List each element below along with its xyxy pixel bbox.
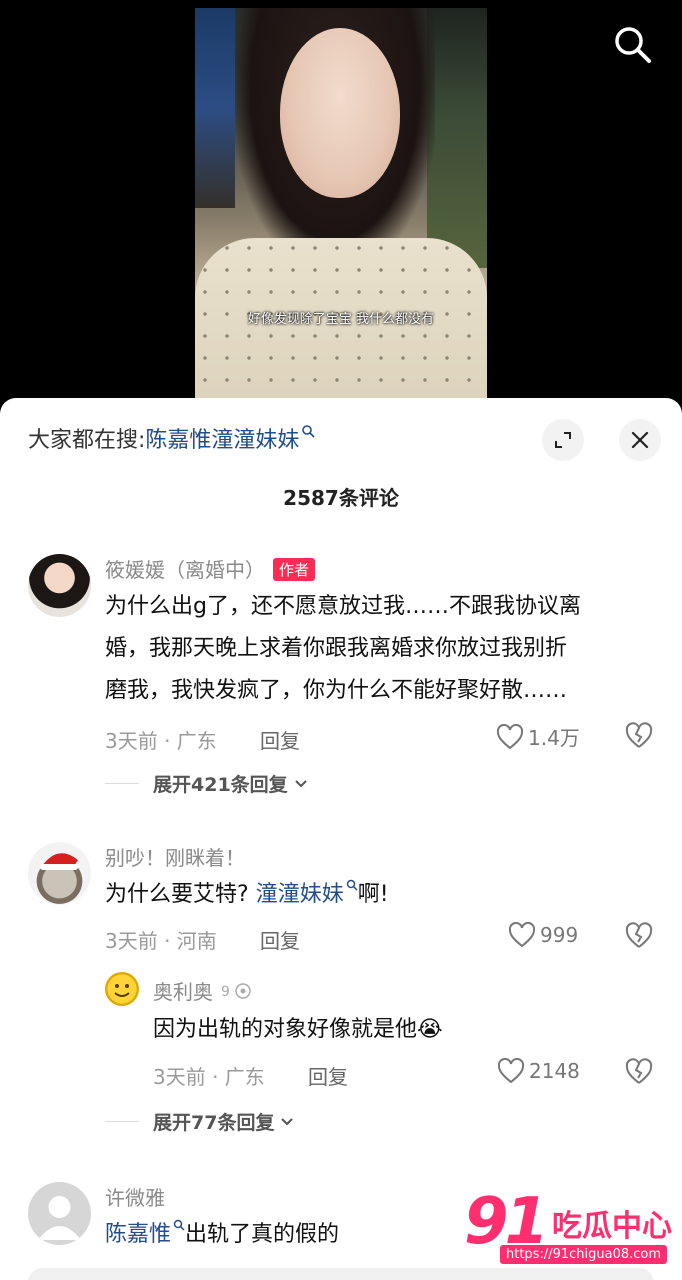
close-icon [631, 431, 649, 449]
comment-sheet: 大家都在搜: 陈嘉惟潼潼妹妹 2587条评论 筱媛媛（离婚中） 作者 为什么出g了… [0, 398, 682, 1280]
trending-search[interactable]: 大家都在搜: 陈嘉惟潼潼妹妹 [28, 422, 315, 454]
mention-link[interactable]: 陈嘉惟 [105, 1222, 171, 1247]
divider [105, 1121, 139, 1122]
expand-replies-label: 展开77条回复 [153, 1112, 275, 1134]
broken-heart-icon [625, 1058, 653, 1084]
video-background-left [195, 8, 235, 208]
comment-username[interactable]: 许微雅 [105, 1182, 165, 1211]
comment-text-line: 为什么出g了，还不愿意放过我……不跟我协议离 [105, 594, 581, 619]
avatar[interactable] [28, 554, 91, 617]
comment-text: 为什么出g了，还不愿意放过我……不跟我协议离 婚，我那天晚上求着你跟我离婚求你放… [105, 586, 665, 712]
dislike-button[interactable] [624, 922, 654, 952]
search-mini-icon [173, 1219, 185, 1231]
video-person-face [280, 28, 400, 198]
expand-icon [555, 432, 571, 448]
expand-replies-label: 展开421条回复 [153, 774, 288, 796]
reply-username-text: 奥利奥 [153, 980, 213, 1004]
chevron-down-icon [294, 779, 307, 787]
comment-item: 别吵！刚眯着！ 为什么要艾特? 潼潼妹妹 啊! 3天前 · 河南 回复 999 [0, 838, 682, 1138]
comment-text-after: 出轨了真的假的 [185, 1222, 340, 1247]
heart-icon [508, 922, 536, 948]
watermark-text: 吃瓜中心 [552, 1209, 672, 1244]
close-sheet-button[interactable] [619, 419, 661, 461]
divider [105, 783, 139, 784]
like-count: 1.4万 [528, 726, 580, 750]
avatar[interactable] [28, 842, 91, 905]
broken-heart-icon [625, 722, 653, 748]
default-avatar-icon [38, 1196, 81, 1240]
like-count: 999 [540, 923, 579, 947]
video-background-right [427, 8, 487, 268]
expand-sheet-button[interactable] [542, 419, 584, 461]
dislike-button[interactable] [624, 1058, 654, 1088]
verified-badge-icon: 9 [221, 983, 252, 1000]
reply-meta: 3天前 · 广东 [153, 1065, 265, 1089]
heart-icon [496, 723, 524, 749]
search-icon [615, 27, 651, 63]
santa-hat-icon [40, 853, 78, 870]
emoji-face-icon [114, 984, 130, 997]
reply-text: 因为出轨的对象好像就是他😭 [153, 1009, 653, 1051]
reply-button[interactable]: 回复 [260, 925, 300, 954]
comment-username-text: 筱媛媛（离婚中） [105, 558, 265, 582]
watermark-url: https://91chigua08.com [500, 1245, 668, 1264]
comment-count: 2587条评论 [283, 486, 399, 510]
comment-text-line: 婚，我那天晚上求着你跟我离婚求你放过我别折 [105, 636, 568, 661]
comment-meta: 3天前 · 广东 [105, 729, 217, 753]
comment-username[interactable]: 别吵！刚眯着！ [105, 842, 245, 871]
reply-button[interactable]: 回复 [308, 1061, 348, 1090]
comment-text-line: 磨我，我快发疯了，你为什么不能好聚好散…… [105, 678, 568, 703]
broken-heart-icon [625, 922, 653, 948]
comment-meta: 3天前 · 河南 [105, 929, 217, 953]
search-button[interactable] [610, 22, 656, 68]
chevron-down-icon [281, 1117, 294, 1125]
comment-text-before: 为什么要艾特? [105, 882, 249, 907]
expand-replies-button[interactable]: 展开77条回复 [105, 1108, 296, 1135]
like-button[interactable]: 999 [508, 922, 578, 948]
reply-username[interactable]: 奥利奥 9 [153, 976, 261, 1005]
search-mini-icon [346, 879, 358, 891]
reply-text-content: 因为出轨的对象好像就是他 [153, 1017, 418, 1042]
video-player[interactable]: 好像发现除了宝宝 我什么都没有 [0, 0, 682, 420]
comment-text-after: 啊! [357, 882, 389, 907]
reply-button[interactable]: 回复 [260, 725, 300, 754]
crying-emoji-icon: 😭 [417, 1017, 443, 1042]
heart-icon [497, 1058, 525, 1084]
site-watermark: 91 吃瓜中心 https://91chigua08.com [460, 1185, 680, 1275]
like-count: 2148 [529, 1059, 580, 1083]
trending-search-prefix: 大家都在搜: [28, 428, 146, 453]
comment-item: 筱媛媛（离婚中） 作者 为什么出g了，还不愿意放过我……不跟我协议离 婚，我那天晚… [0, 548, 682, 808]
video-frame[interactable]: 好像发现除了宝宝 我什么都没有 [195, 8, 487, 400]
dislike-button[interactable] [624, 722, 654, 752]
author-badge: 作者 [273, 558, 316, 581]
svg-text:9: 9 [221, 984, 230, 1000]
avatar[interactable] [28, 1182, 91, 1245]
trending-search-term[interactable]: 陈嘉惟潼潼妹妹 [145, 422, 299, 454]
search-mini-icon [302, 425, 315, 438]
expand-replies-button[interactable]: 展开421条回复 [105, 770, 310, 797]
like-button[interactable]: 2148 [497, 1058, 580, 1084]
comment-text: 为什么要艾特? 潼潼妹妹 啊! [105, 874, 665, 916]
reply-avatar[interactable] [105, 972, 139, 1006]
like-button[interactable]: 1.4万 [496, 722, 580, 751]
comment-username[interactable]: 筱媛媛（离婚中） 作者 [105, 554, 316, 583]
mention-link[interactable]: 潼潼妹妹 [256, 882, 344, 907]
video-caption: 好像发现除了宝宝 我什么都没有 [247, 312, 435, 327]
